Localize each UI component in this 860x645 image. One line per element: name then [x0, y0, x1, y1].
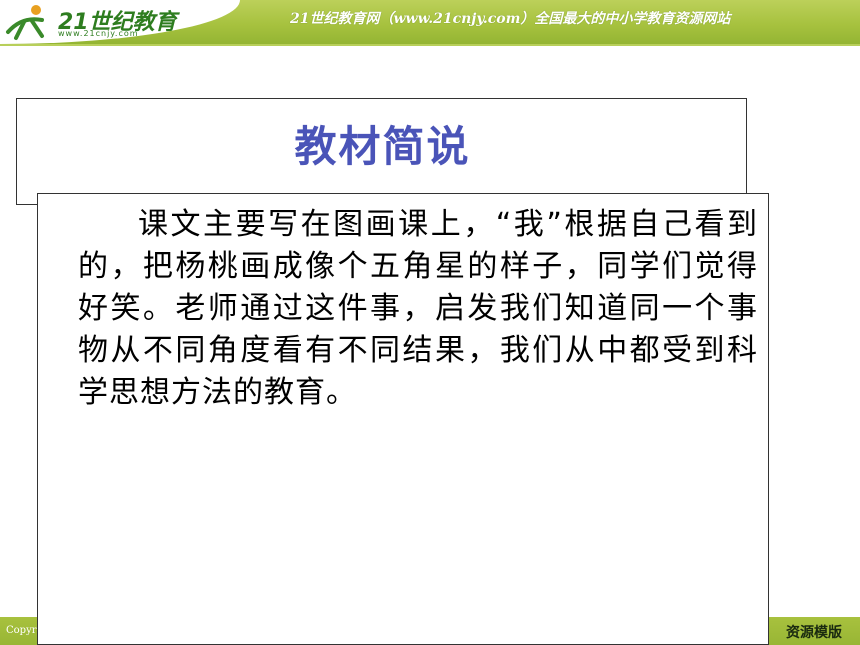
header-divider — [0, 44, 860, 46]
header-banner: 21世纪教育 www.21cnjy.com 21世纪教育网（www.21cnjy… — [0, 0, 860, 44]
title-box: 教材简说 — [16, 98, 747, 205]
footer-copyright: Copyr — [6, 625, 37, 636]
footer-right-text: 资源模版 — [786, 625, 842, 641]
content-box: 课文主要写在图画课上，“我”根据自己看到的，把杨桃画成像个五角星的样子，同学们觉… — [37, 193, 769, 645]
logo-figure-icon — [6, 5, 44, 40]
slide-title: 教材简说 — [294, 122, 471, 171]
logo-url: www.21cnjy.com — [58, 29, 139, 38]
slide-body-text: 课文主要写在图画课上，“我”根据自己看到的，把杨桃画成像个五角星的样子，同学们觉… — [78, 207, 758, 410]
header-tagline: 21世纪教育网（www.21cnjy.com）全国最大的中小学教育资源网站 — [290, 11, 731, 27]
